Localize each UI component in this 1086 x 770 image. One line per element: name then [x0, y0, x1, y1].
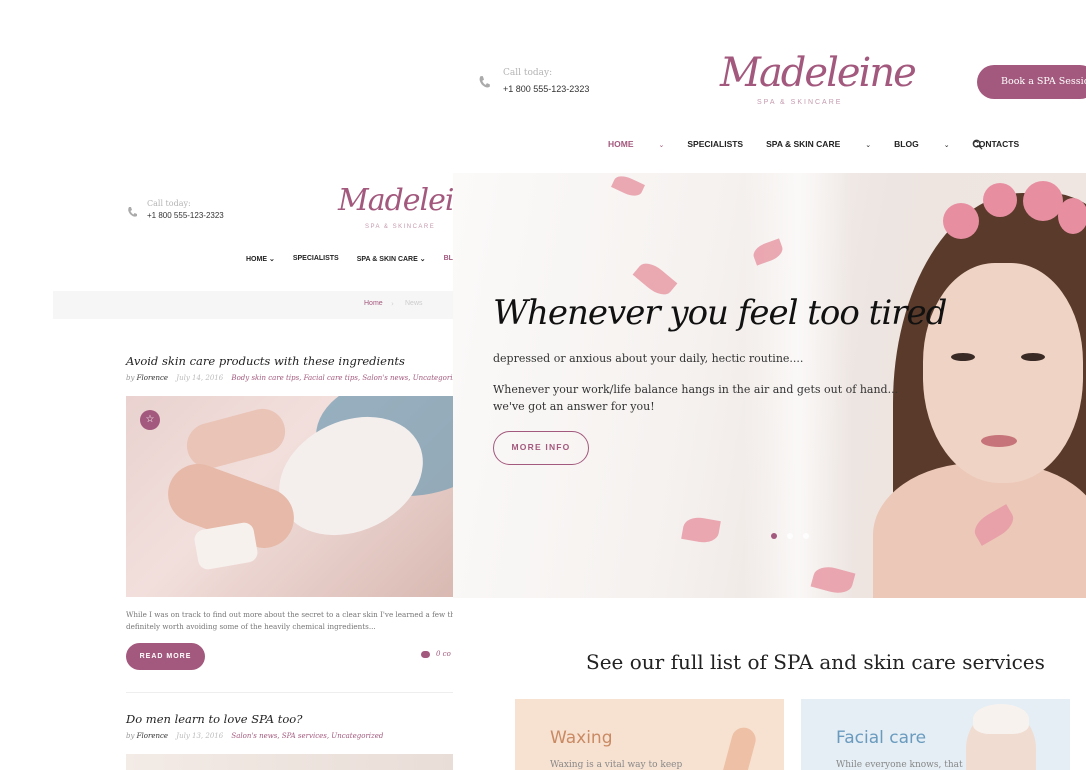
flower-crown [943, 203, 979, 239]
call-today-label: Call today: [503, 68, 553, 78]
post-author[interactable]: Florence [137, 732, 168, 740]
service-image [719, 724, 759, 770]
image-pad [192, 521, 260, 571]
nav-label: SPA & SKIN CARE [766, 139, 841, 149]
hero-text-line: we've got an answer for you! [493, 400, 655, 413]
services-heading: See our full list of SPA and skin care s… [586, 650, 1045, 674]
logo-tagline: SPA & SKINCARE [365, 224, 436, 230]
hero-model-eye [1021, 353, 1045, 361]
hero-model-lips [981, 435, 1017, 447]
nav-label: BLOG [894, 139, 919, 149]
post-categories[interactable]: Salon's news, SPA services, Uncategorize… [231, 732, 383, 740]
post-date: July 14, 2016 [176, 374, 224, 382]
nav-item-home[interactable]: HOME ⌄ [246, 255, 275, 263]
post-title[interactable]: Do men learn to love SPA too? [126, 712, 302, 726]
flower-crown [983, 183, 1017, 217]
hero-slider: Whenever you feel too tired depressed or… [453, 173, 1086, 598]
nav-label: SPA & SKIN CARE [356, 256, 418, 263]
chevron-down-icon: ⌄ [865, 142, 872, 149]
phone-icon [128, 207, 137, 217]
post-image[interactable] [126, 754, 453, 770]
more-info-button[interactable]: MORE INFO [493, 431, 589, 465]
breadcrumb-home[interactable]: Home [364, 300, 383, 307]
slider-dot[interactable] [803, 533, 809, 539]
author-prefix: by [126, 732, 135, 740]
service-image-towel [973, 704, 1029, 734]
breadcrumb: Home › News [53, 291, 453, 319]
petal [611, 173, 645, 200]
nav-item-spa-skin-care[interactable]: SPA & SKIN CARE ⌄ [766, 139, 871, 149]
flower-crown [1023, 181, 1063, 221]
phone-icon [479, 76, 490, 88]
breadcrumb-separator: › [391, 300, 394, 308]
petal [681, 515, 721, 545]
post-excerpt: While I was on track to find out more ab… [126, 609, 453, 633]
logo[interactable]: Madeleine [338, 183, 453, 218]
excerpt-line: definitely worth avoiding some of the he… [126, 622, 376, 631]
author-prefix: by [126, 374, 135, 382]
read-more-button[interactable]: READ MORE [126, 643, 205, 670]
service-card-facial-care[interactable]: Facial care While everyone knows, that [801, 699, 1070, 770]
hero-text-line: Whenever your work/life balance hangs in… [493, 383, 899, 396]
phone-number[interactable]: +1 800 555-123-2323 [503, 84, 589, 94]
nav-item-blog[interactable]: BLOG [444, 255, 453, 263]
star-icon: ☆ [140, 410, 160, 430]
nav-item-home[interactable]: HOME ⌄ [608, 139, 664, 149]
post-meta: by Florence July 13, 2016 Salon's news, … [126, 732, 383, 740]
call-today-label: Call today: [147, 199, 191, 208]
slider-dot[interactable] [771, 533, 777, 539]
excerpt-line: While I was on track to find out more ab… [126, 610, 453, 619]
nav-item-specialists[interactable]: SPECIALISTS [687, 139, 743, 149]
chevron-down-icon: ⌄ [658, 142, 665, 149]
service-card-waxing[interactable]: Waxing Waxing is a vital way to keep [515, 699, 784, 770]
logo-tagline: SPA & SKINCARE [757, 99, 843, 106]
post-date: July 13, 2016 [176, 732, 224, 740]
chevron-down-icon: ⌄ [417, 256, 426, 263]
chevron-down-icon: ⌄ [943, 142, 950, 149]
post-title[interactable]: Avoid skin care products with these ingr… [126, 354, 405, 368]
post-image[interactable]: ☆ [126, 396, 453, 597]
service-text: Waxing is a vital way to keep [550, 760, 683, 770]
post-categories[interactable]: Body skin care tips, Facial care tips, S… [231, 374, 453, 382]
breadcrumb-current: News [405, 300, 423, 307]
flower-crown [1058, 198, 1086, 234]
hero-text: Whenever your work/life balance hangs in… [493, 381, 898, 415]
slider-pagination [771, 533, 809, 539]
nav-item-spa-skin-care[interactable]: SPA & SKIN CARE ⌄ [357, 255, 426, 263]
comments-count: 0 co [436, 650, 451, 658]
service-title: Waxing [550, 728, 613, 748]
hero-headline: Whenever you feel too tired [493, 293, 947, 333]
nav-item-blog[interactable]: BLOG ⌄ [894, 139, 949, 149]
post-meta: by Florence July 14, 2016 Body skin care… [126, 374, 453, 382]
main-nav: HOME ⌄ SPECIALISTS SPA & SKIN CARE ⌄ BLO… [246, 255, 453, 263]
slider-dot[interactable] [787, 533, 793, 539]
nav-label: HOME [608, 139, 634, 149]
chevron-down-icon: ⌄ [267, 256, 275, 263]
hero-model-eye [951, 353, 975, 361]
phone-number[interactable]: +1 800 555-123-2323 [147, 211, 224, 220]
comment-icon [421, 650, 430, 658]
search-icon[interactable] [972, 139, 983, 150]
comments-link[interactable]: 0 co [421, 650, 451, 658]
service-text: While everyone knows, that [836, 760, 963, 770]
divider [126, 692, 453, 693]
book-spa-session-button[interactable]: Book a SPA Session [977, 65, 1086, 99]
logo[interactable]: Madeleine [720, 50, 917, 96]
service-title: Facial care [836, 728, 927, 748]
post-author[interactable]: Florence [137, 374, 168, 382]
nav-label: HOME [246, 256, 267, 263]
hero-model-face [923, 263, 1083, 483]
blog-page-screenshot: Call today: +1 800 555-123-2323 Madelein… [53, 173, 453, 770]
hero-subtitle: depressed or anxious about your daily, h… [493, 352, 804, 365]
nav-item-specialists[interactable]: SPECIALISTS [293, 255, 339, 263]
